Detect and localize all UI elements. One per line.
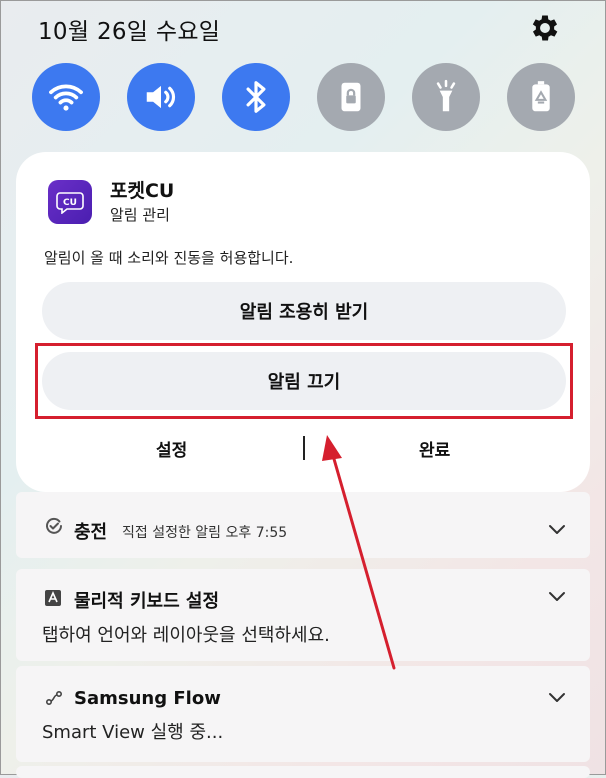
wifi-toggle[interactable]: [32, 63, 100, 131]
charging-icon: [46, 517, 62, 534]
app-name: 포켓CU: [110, 180, 175, 202]
notification-samsung-flow[interactable]: Samsung Flow Smart View 실행 중...: [16, 666, 590, 762]
battery-toggle[interactable]: [507, 63, 575, 131]
notification-partial: [16, 766, 590, 778]
gear-icon[interactable]: [528, 11, 562, 45]
notification-meta: 직접 설정한 알림 오후 7:55: [122, 525, 288, 541]
app-subtitle: 알림 관리: [110, 206, 170, 224]
lock-icon: [341, 82, 361, 112]
notification-card: CU 포켓CU 알림 관리 알림이 올 때 소리와 진동을 허용합니다. 알림 …: [16, 152, 590, 492]
svg-text:CU: CU: [63, 198, 77, 208]
sound-toggle[interactable]: [127, 63, 195, 131]
quick-toggles: [32, 63, 578, 133]
bluetooth-icon: [246, 81, 266, 113]
highlight-box: [35, 343, 573, 419]
divider: [303, 436, 305, 460]
notification-body: 탭하여 언어와 레이아웃을 선택하세요.: [42, 625, 330, 646]
lock-toggle[interactable]: [317, 63, 385, 131]
notification-title: 물리적 키보드 설정: [74, 591, 220, 612]
app-icon: CU: [48, 180, 92, 224]
chevron-down-icon[interactable]: [548, 524, 566, 536]
volume-icon: [146, 85, 176, 109]
bluetooth-toggle[interactable]: [222, 63, 290, 131]
quiet-notifications-button[interactable]: 알림 조용히 받기: [42, 282, 566, 340]
chevron-down-icon[interactable]: [548, 591, 566, 603]
chevron-down-icon[interactable]: [548, 692, 566, 704]
notification-keyboard[interactable]: 물리적 키보드 설정 탭하여 언어와 레이아웃을 선택하세요.: [16, 569, 590, 661]
notification-title: Samsung Flow: [74, 688, 221, 709]
samsung-flow-icon: [45, 690, 63, 706]
flashlight-icon: [436, 79, 456, 112]
cu-logo-icon: CU: [56, 192, 84, 214]
keyboard-icon: [45, 590, 61, 606]
notification-charging[interactable]: 충전 직접 설정한 알림 오후 7:55: [16, 492, 590, 558]
status-date: 10월 26일 수요일: [38, 19, 221, 45]
settings-button[interactable]: 설정: [156, 436, 187, 461]
battery-saver-icon: [532, 81, 550, 112]
done-button[interactable]: 완료: [419, 436, 450, 461]
notification-message: 알림이 올 때 소리와 진동을 허용합니다.: [44, 249, 294, 267]
notification-body: Smart View 실행 중...: [42, 722, 224, 743]
wifi-icon: [49, 84, 83, 111]
flashlight-toggle[interactable]: [412, 63, 480, 131]
notification-title: 충전: [74, 522, 108, 543]
